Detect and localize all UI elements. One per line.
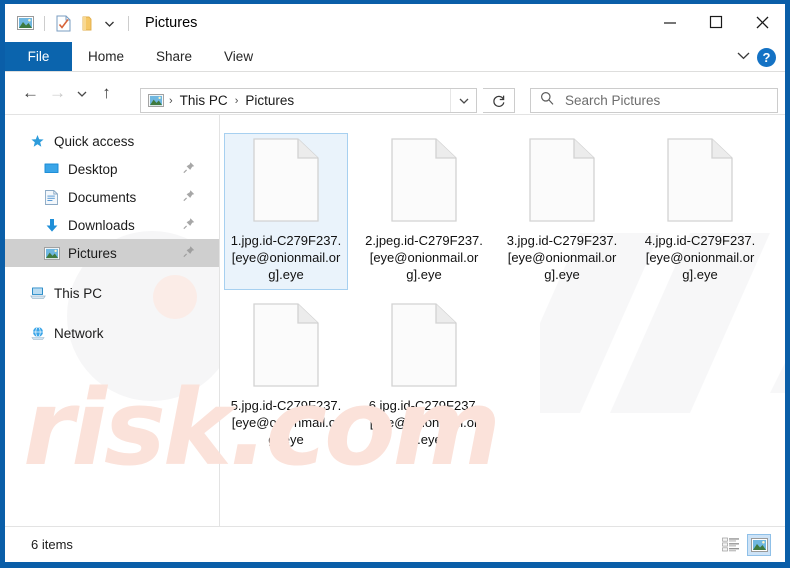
sidebar-item-desktop[interactable]: Desktop [5, 155, 219, 183]
pin-icon[interactable] [183, 218, 195, 233]
pin-icon[interactable] [183, 246, 195, 261]
file-name: 5.jpg.id-C279F237.[eye@onionmail.org].ey… [230, 398, 342, 447]
pictures-icon [43, 245, 60, 262]
item-count-label: 6 items [31, 537, 73, 552]
sidebar-item-pictures[interactable]: Pictures [5, 239, 219, 267]
file-name: 4.jpg.id-C279F237.[eye@onionmail.org].ey… [644, 233, 756, 282]
customize-dropdown-icon[interactable] [99, 13, 120, 34]
generic-file-icon [253, 303, 319, 387]
file-tile[interactable]: 4.jpg.id-C279F237.[eye@onionmail.org].ey… [638, 133, 762, 290]
title-bar: Pictures [5, 4, 785, 42]
sidebar-item-label: Documents [68, 189, 137, 205]
tab-home[interactable]: Home [72, 42, 140, 71]
qat-divider [44, 15, 45, 31]
pictures-folder-icon [147, 92, 164, 109]
tab-file[interactable]: File [5, 42, 72, 71]
file-name: 2.jpeg.id-C279F237.[eye@onionmail.org].e… [365, 233, 483, 282]
refresh-button[interactable] [483, 88, 515, 113]
navigation-pane: Quick access Desktop Documents Downloads… [5, 115, 237, 526]
sidebar-item-label: Downloads [68, 217, 135, 233]
window-controls [647, 4, 785, 40]
file-tile[interactable]: 1.jpg.id-C279F237.[eye@onionmail.org].ey… [224, 133, 348, 290]
file-list-pane[interactable]: 1.jpg.id-C279F237.[eye@onionmail.org].ey… [219, 115, 785, 526]
this-pc-icon [29, 285, 46, 302]
sidebar-item-label: Network [54, 325, 104, 341]
sidebar-item-label: Pictures [68, 245, 117, 261]
file-name: 6.jpg.id-C279F237.[eye@onionmail.org].ey… [368, 398, 480, 447]
ribbon-tab-bar: File Home Share View ? [5, 42, 785, 72]
address-bar[interactable]: › This PC › Pictures [140, 88, 477, 113]
pin-icon[interactable] [183, 162, 195, 177]
tab-share[interactable]: Share [140, 42, 208, 71]
file-tile[interactable]: 5.jpg.id-C279F237.[eye@onionmail.org].ey… [224, 298, 348, 455]
breadcrumb: › This PC › Pictures [141, 92, 450, 109]
file-tile[interactable]: 2.jpeg.id-C279F237.[eye@onionmail.org].e… [362, 133, 486, 290]
pictures-folder-icon[interactable] [15, 13, 36, 34]
help-button[interactable]: ? [757, 47, 776, 67]
maximize-button[interactable] [693, 4, 739, 40]
file-name: 1.jpg.id-C279F237.[eye@onionmail.org].ey… [230, 233, 342, 282]
generic-file-icon [253, 138, 319, 222]
network-icon [29, 325, 46, 342]
minimize-button[interactable] [647, 4, 693, 40]
view-toggle-group [719, 533, 771, 556]
recent-locations-button[interactable] [71, 80, 93, 106]
title-divider [128, 15, 129, 31]
status-bar: 6 items [5, 526, 785, 562]
sidebar-item-network[interactable]: Network [5, 319, 219, 347]
sidebar-item-label: Desktop [68, 161, 118, 177]
properties-icon[interactable] [53, 13, 74, 34]
tab-view[interactable]: View [208, 42, 269, 71]
file-name: 3.jpg.id-C279F237.[eye@onionmail.org].ey… [506, 233, 618, 282]
generic-file-icon [391, 303, 457, 387]
window-chrome: Pictures File Home Share View ? ← → ↑ › … [5, 4, 785, 562]
back-button[interactable]: ← [17, 80, 44, 106]
search-input[interactable]: Search Pictures [530, 88, 778, 113]
file-tile[interactable]: 6.jpg.id-C279F237.[eye@onionmail.org].ey… [362, 298, 486, 455]
explorer-body: Quick access Desktop Documents Downloads… [5, 114, 785, 526]
star-pin-icon [29, 133, 46, 150]
search-placeholder: Search Pictures [565, 93, 661, 108]
generic-file-icon [667, 138, 733, 222]
explorer-window: Pictures File Home Share View ? ← → ↑ › … [0, 0, 790, 568]
file-tile[interactable]: 3.jpg.id-C279F237.[eye@onionmail.org].ey… [500, 133, 624, 290]
up-button[interactable]: ↑ [93, 80, 120, 106]
ribbon-right-controls: ? [736, 42, 781, 72]
sidebar-item-label: This PC [54, 285, 103, 301]
window-title: Pictures [145, 15, 198, 31]
details-view-button[interactable] [719, 534, 743, 556]
pin-icon[interactable] [183, 190, 195, 205]
address-dropdown-button[interactable] [450, 89, 476, 112]
documents-icon [43, 189, 60, 206]
breadcrumb-pictures[interactable]: Pictures [243, 93, 296, 108]
expand-ribbon-button[interactable] [736, 48, 751, 66]
breadcrumb-separator: › [169, 94, 173, 107]
generic-file-icon [391, 138, 457, 222]
forward-button: → [49, 83, 66, 102]
file-grid: 1.jpg.id-C279F237.[eye@onionmail.org].ey… [220, 115, 785, 463]
navigation-buttons: ← → ↑ [5, 80, 120, 106]
downloads-icon [43, 217, 60, 234]
search-icon [540, 91, 554, 110]
close-button[interactable] [739, 4, 785, 40]
sidebar-item-this-pc[interactable]: This PC [5, 279, 219, 307]
breadcrumb-separator: › [234, 94, 239, 107]
sidebar-item-label: Quick access [54, 133, 135, 149]
new-folder-icon[interactable] [76, 13, 97, 34]
quick-access-toolbar [5, 13, 135, 34]
breadcrumb-this-pc[interactable]: This PC [178, 93, 230, 108]
generic-file-icon [529, 138, 595, 222]
desktop-icon [43, 161, 60, 178]
large-icons-view-button[interactable] [747, 533, 771, 556]
sidebar-item-quick-access[interactable]: Quick access [5, 127, 219, 155]
sidebar-item-documents[interactable]: Documents [5, 183, 219, 211]
sidebar-item-downloads[interactable]: Downloads [5, 211, 219, 239]
